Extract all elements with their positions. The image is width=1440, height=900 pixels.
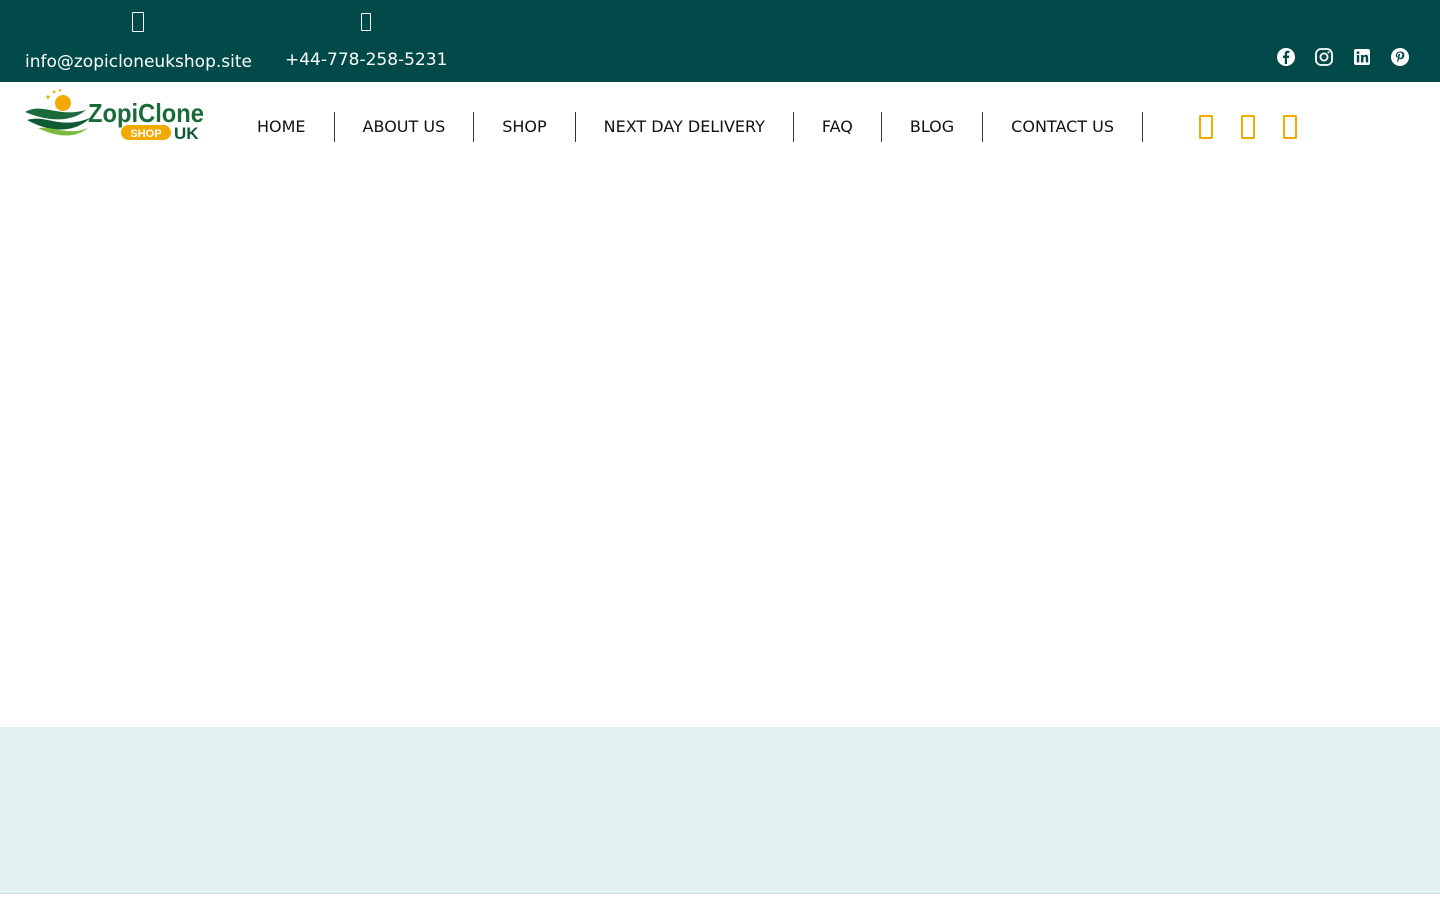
header-actions: [1196, 113, 1300, 141]
nav-blog[interactable]: BLOG: [882, 112, 984, 142]
content-band: [0, 727, 1440, 893]
cart-icon[interactable]: [1280, 113, 1300, 141]
top-bar: info@zopicloneukshop.site +44-778-258-52…: [0, 0, 1440, 82]
envelope-icon: [130, 8, 146, 36]
main-nav: HOME ABOUT US SHOP NEXT DAY DELIVERY FAQ…: [243, 112, 1143, 142]
hero-section: [0, 172, 1440, 727]
linkedin-icon: [1354, 49, 1370, 65]
phone-icon: [358, 8, 374, 36]
pinterest-icon: [1391, 48, 1409, 66]
logo-graphic: ZopiClone SHOP UK: [25, 89, 204, 143]
nav-faq[interactable]: FAQ: [794, 112, 882, 142]
facebook-icon: [1277, 48, 1295, 66]
linkedin-link[interactable]: [1352, 47, 1372, 67]
user-icon[interactable]: [1238, 113, 1258, 141]
site-logo[interactable]: ZopiClone SHOP UK: [24, 88, 208, 144]
logo-suffix: UK: [174, 124, 199, 143]
instagram-link[interactable]: [1314, 47, 1334, 67]
section-divider: [0, 893, 1440, 894]
nav-next-day-delivery[interactable]: NEXT DAY DELIVERY: [576, 112, 794, 142]
nav-contact-us[interactable]: CONTACT US: [983, 112, 1143, 142]
nav-home[interactable]: HOME: [243, 112, 335, 142]
nav-about-us[interactable]: ABOUT US: [335, 112, 475, 142]
search-icon[interactable]: [1196, 113, 1216, 141]
email-contact: info@zopicloneukshop.site: [25, 0, 252, 82]
email-link[interactable]: info@zopicloneukshop.site: [25, 52, 252, 72]
phone-contact: +44-778-258-5231: [285, 0, 447, 82]
main-header: ZopiClone SHOP UK HOME ABOUT US SHOP NEX…: [0, 82, 1440, 172]
facebook-link[interactable]: [1276, 47, 1296, 67]
phone-link[interactable]: +44-778-258-5231: [285, 50, 447, 70]
social-links: [1276, 47, 1410, 67]
logo-badge: SHOP: [130, 128, 161, 140]
nav-shop[interactable]: SHOP: [474, 112, 576, 142]
instagram-icon: [1315, 48, 1333, 66]
pinterest-link[interactable]: [1390, 47, 1410, 67]
